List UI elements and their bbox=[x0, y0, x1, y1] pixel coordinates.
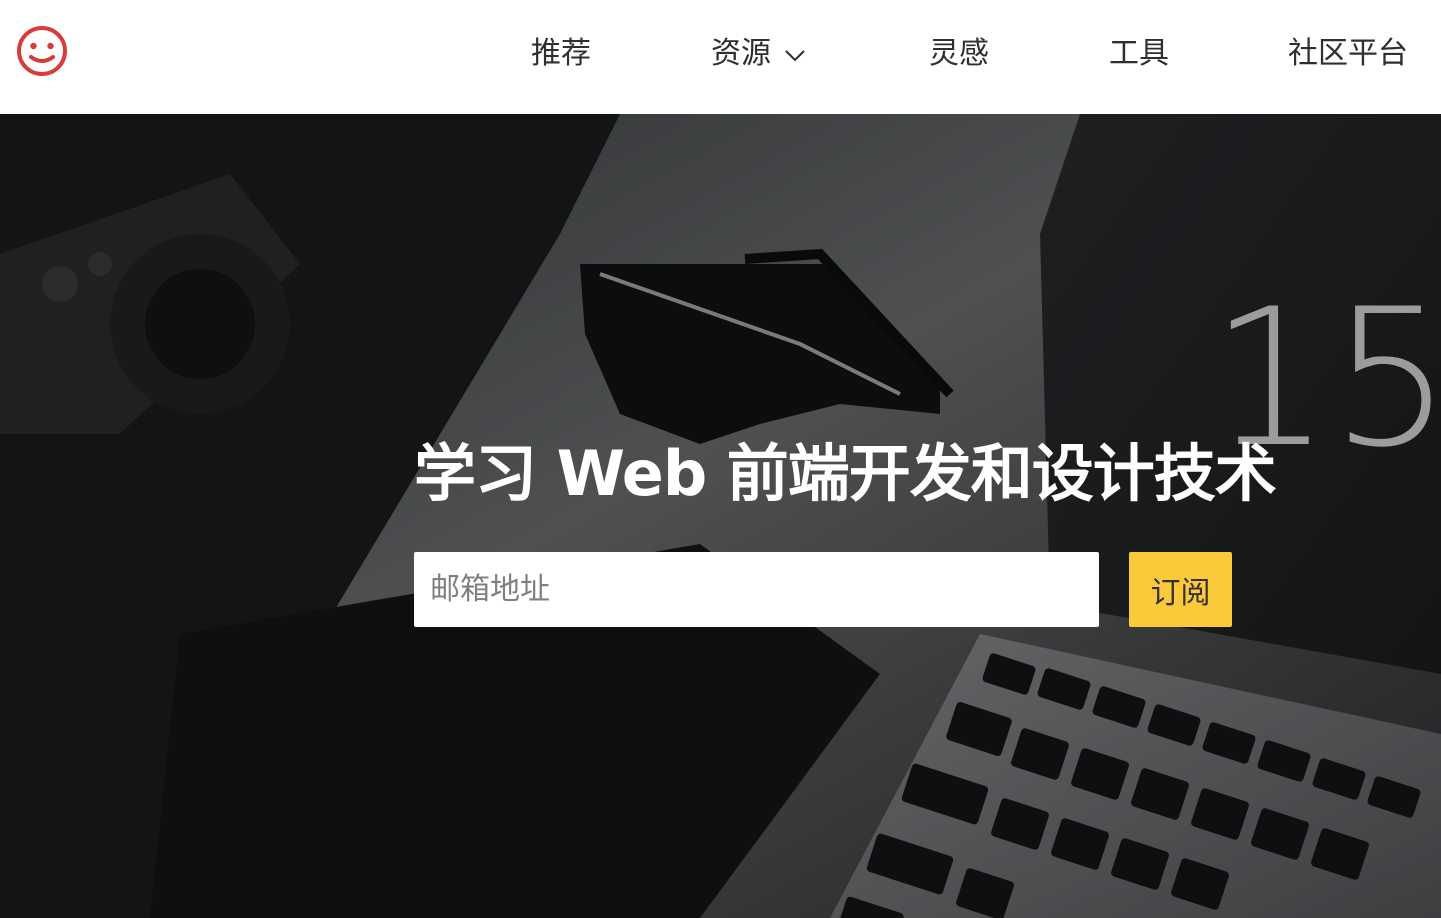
nav-item-inspiration[interactable]: 灵感 bbox=[929, 34, 989, 74]
hero-title: 学习 Web 前端开发和设计技术 bbox=[414, 437, 1277, 510]
nav-item-label: 推荐 bbox=[531, 36, 591, 71]
nav-item-recommend[interactable]: 推荐 bbox=[531, 34, 591, 74]
nav-item-label: 资源 bbox=[711, 36, 771, 71]
main-nav: 推荐 资源 灵感 工具 社区平台 bbox=[0, 0, 1441, 114]
email-input[interactable] bbox=[414, 552, 1099, 627]
hero-background-photo: 15 bbox=[0, 114, 1441, 918]
nav-item-tools[interactable]: 工具 bbox=[1109, 34, 1169, 74]
chevron-down-icon bbox=[785, 33, 805, 73]
site-header: 推荐 资源 灵感 工具 社区平台 bbox=[0, 0, 1441, 114]
subscribe-button[interactable]: 订阅 bbox=[1129, 552, 1232, 627]
nav-item-resources[interactable]: 资源 bbox=[711, 34, 805, 74]
nav-item-label: 工具 bbox=[1109, 36, 1169, 71]
nav-item-label: 社区平台 bbox=[1288, 36, 1408, 71]
nav-item-label: 灵感 bbox=[929, 36, 989, 71]
nav-item-community[interactable]: 社区平台 bbox=[1288, 34, 1408, 74]
hero-section: 15 学习 Web 前端开发和设计技术 邮箱地址 订阅 bbox=[0, 114, 1441, 918]
